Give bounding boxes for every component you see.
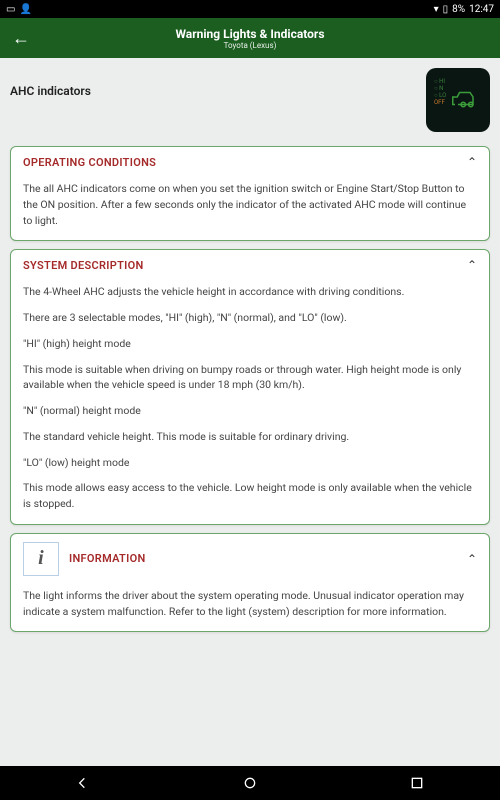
nav-back-button[interactable] [74, 774, 92, 792]
status-bar: ▭ 👤 ▾ ▯ 8% 12:47 [0, 0, 500, 18]
panel-system-title: SYSTEM DESCRIPTION [23, 259, 144, 272]
nav-home-button[interactable] [241, 774, 259, 792]
system-p2: There are 3 selectable modes, "HI" (high… [23, 310, 477, 326]
panel-information-header[interactable]: i INFORMATION ⌃ [11, 534, 489, 584]
panel-operating-body: The all AHC indicators come on when you … [11, 177, 489, 240]
chevron-up-icon: ⌃ [467, 258, 477, 272]
app-header: ← Warning Lights & Indicators Toyota (Le… [0, 18, 500, 58]
nav-bar [0, 766, 500, 800]
panel-information-title-wrap: i INFORMATION [23, 542, 146, 576]
page-top: AHC indicators ○ HI ○ N ○ LO OFF [10, 68, 490, 132]
system-p8: This mode allows easy access to the vehi… [23, 480, 477, 512]
status-right: ▾ ▯ 8% 12:47 [434, 4, 494, 15]
page-title: AHC indicators [10, 84, 91, 98]
panel-operating-header[interactable]: OPERATING CONDITIONS ⌃ [11, 147, 489, 177]
system-p3: "HI" (high) height mode [23, 336, 477, 352]
contact-icon: 👤 [19, 4, 31, 15]
operating-text: The all AHC indicators come on when you … [23, 181, 477, 228]
content: AHC indicators ○ HI ○ N ○ LO OFF OPERATI… [0, 58, 500, 632]
chevron-up-icon: ⌃ [467, 155, 477, 169]
level-lo: ○ LO [434, 92, 446, 99]
panel-system-body: The 4-Wheel AHC adjusts the vehicle heig… [11, 280, 489, 524]
level-hi: ○ HI [434, 78, 446, 85]
header-titles: Warning Lights & Indicators Toyota (Lexu… [176, 27, 325, 50]
chevron-up-icon: ⌃ [467, 552, 477, 566]
battery-text: 8% [452, 4, 465, 15]
back-button[interactable]: ← [12, 28, 30, 49]
nav-recent-button[interactable] [408, 774, 426, 792]
panel-information: i INFORMATION ⌃ The light informs the dr… [10, 533, 490, 633]
panel-operating: OPERATING CONDITIONS ⌃ The all AHC indic… [10, 146, 490, 241]
panel-system-header[interactable]: SYSTEM DESCRIPTION ⌃ [11, 250, 489, 280]
level-off: OFF [434, 99, 446, 106]
clock: 12:47 [469, 4, 494, 15]
panel-system: SYSTEM DESCRIPTION ⌃ The 4-Wheel AHC adj… [10, 249, 490, 525]
status-left: ▭ 👤 [6, 4, 32, 15]
panel-information-body: The light informs the driver about the s… [11, 584, 489, 632]
system-p5: "N" (normal) height mode [23, 403, 477, 419]
panel-operating-title: OPERATING CONDITIONS [23, 156, 156, 169]
wifi-icon: ▾ [434, 4, 439, 15]
battery-icon: ▯ [443, 4, 449, 15]
information-text: The light informs the driver about the s… [23, 588, 477, 620]
panel-information-title: INFORMATION [69, 552, 146, 565]
system-p1: The 4-Wheel AHC adjusts the vehicle heig… [23, 284, 477, 300]
header-title: Warning Lights & Indicators [176, 27, 325, 41]
header-subtitle: Toyota (Lexus) [176, 41, 325, 50]
info-icon: i [23, 542, 59, 576]
system-p4: This mode is suitable when driving on bu… [23, 362, 477, 394]
system-p7: "LO" (low) height mode [23, 455, 477, 471]
system-p6: The standard vehicle height. This mode i… [23, 429, 477, 445]
level-n: ○ N [434, 85, 446, 92]
indicator-icon: ○ HI ○ N ○ LO OFF [426, 68, 490, 132]
laptop-icon: ▭ [6, 4, 15, 15]
